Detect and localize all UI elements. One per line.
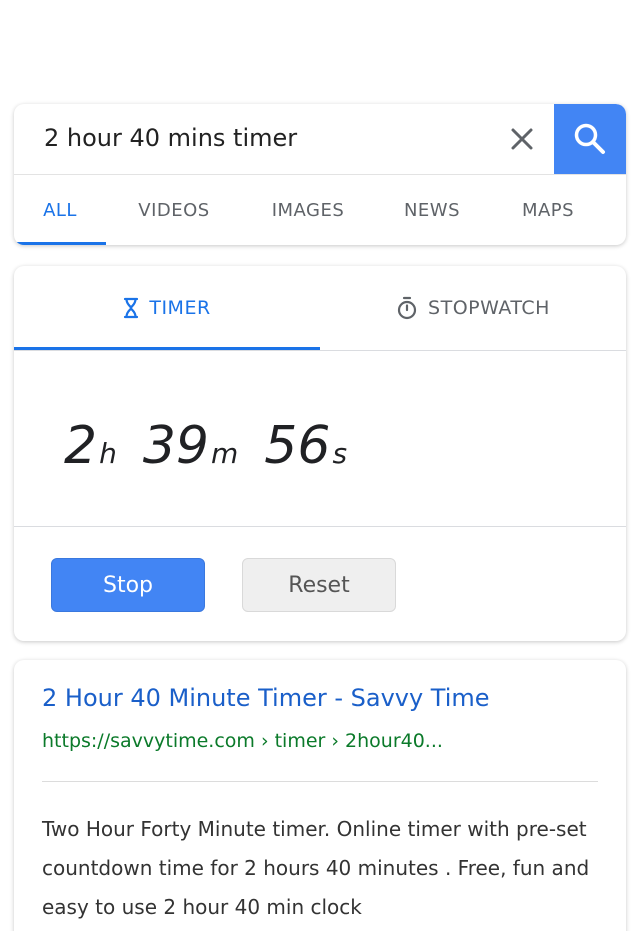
search-icon	[574, 123, 605, 154]
divider	[42, 781, 598, 782]
tab-timer[interactable]: TIMER	[14, 266, 320, 350]
seconds-value: 56	[264, 416, 331, 476]
active-tab-indicator	[14, 242, 106, 245]
close-icon	[511, 128, 533, 150]
search-result-card: 2 Hour 40 Minute Timer - Savvy Time http…	[14, 660, 626, 931]
tab-stopwatch-label: STOPWATCH	[428, 297, 550, 319]
tab-maps[interactable]: MAPS	[504, 175, 592, 245]
divider	[14, 350, 626, 351]
result-title-link[interactable]: 2 Hour 40 Minute Timer - Savvy Time	[42, 684, 490, 712]
tab-videos[interactable]: VIDEOS	[118, 175, 230, 245]
hourglass-icon	[123, 297, 139, 319]
tab-images[interactable]: IMAGES	[250, 175, 366, 245]
reset-button[interactable]: Reset	[242, 558, 396, 612]
divider	[14, 526, 626, 527]
tab-all[interactable]: ALL	[14, 175, 106, 245]
search-tabs: ALL VIDEOS IMAGES NEWS MAPS	[14, 175, 626, 245]
search-input[interactable]: 2 hour 40 mins timer	[44, 124, 297, 152]
search-button[interactable]	[554, 104, 626, 174]
hours-unit: h	[99, 437, 117, 470]
seconds-unit: s	[332, 437, 348, 470]
minutes-unit: m	[211, 437, 239, 470]
minutes-value: 39	[142, 416, 210, 476]
tab-stopwatch[interactable]: STOPWATCH	[320, 266, 626, 350]
clear-button[interactable]	[504, 121, 540, 157]
result-snippet: Two Hour Forty Minute timer. Online time…	[42, 817, 590, 919]
countdown-display: 2h 39m 56s	[64, 416, 373, 476]
result-url[interactable]: https://savvytime.com › timer › 2hour40.…	[42, 730, 443, 752]
tab-news[interactable]: NEWS	[386, 175, 478, 245]
stop-button[interactable]: Stop	[51, 558, 205, 612]
search-bar: 2 hour 40 mins timer	[14, 104, 626, 174]
search-card: 2 hour 40 mins timer ALL VIDEOS IMAGES N…	[14, 104, 626, 245]
tab-timer-label: TIMER	[149, 297, 211, 319]
timer-card: TIMER STOPWATCH 2h 39m 56s Stop Reset	[14, 266, 626, 641]
stopwatch-icon	[396, 296, 418, 320]
page: 2 hour 40 mins timer ALL VIDEOS IMAGES N…	[0, 0, 640, 931]
hours-value: 2	[64, 416, 98, 476]
